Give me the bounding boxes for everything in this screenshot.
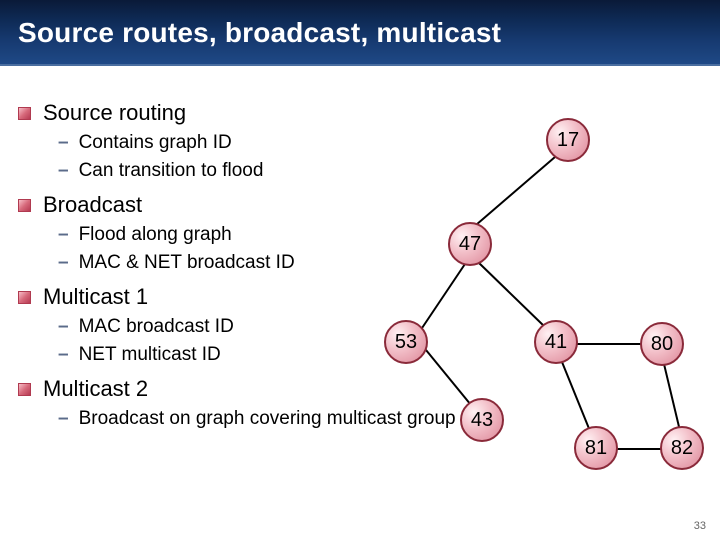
page-number: 33	[694, 520, 706, 532]
sub-bullet: – Can transition to flood	[58, 160, 702, 182]
graph-node-81: 81	[574, 426, 618, 470]
sub-bullet-label: MAC & NET broadcast ID	[79, 252, 295, 274]
sub-bullet-label: Flood along graph	[79, 224, 232, 246]
sub-bullet: – Broadcast on graph covering multicast …	[58, 408, 702, 430]
sub-bullet-label: Can transition to flood	[79, 160, 264, 182]
sub-bullet-label: Broadcast on graph covering multicast gr…	[79, 408, 456, 430]
bullet-source-routing: Source routing	[18, 100, 702, 126]
dash-icon: –	[58, 160, 69, 182]
sub-bullet-label: Contains graph ID	[79, 132, 232, 154]
slide-title: Source routes, broadcast, multicast	[18, 17, 501, 49]
node-label: 41	[545, 331, 567, 354]
dash-icon: –	[58, 224, 69, 246]
dash-icon: –	[58, 132, 69, 154]
node-label: 17	[557, 129, 579, 152]
dash-icon: –	[58, 316, 69, 338]
graph-node-82: 82	[660, 426, 704, 470]
bullet-broadcast: Broadcast	[18, 192, 702, 218]
sub-bullet: – Flood along graph	[58, 224, 702, 246]
slide: Source routes, broadcast, multicast Sour…	[0, 0, 720, 540]
square-bullet-icon	[18, 291, 31, 304]
node-label: 47	[459, 233, 481, 256]
dash-icon: –	[58, 408, 69, 430]
bullet-label: Multicast 2	[43, 376, 148, 402]
graph-node-17: 17	[546, 118, 590, 162]
dash-icon: –	[58, 344, 69, 366]
bullet-label: Broadcast	[43, 192, 142, 218]
sub-bullet-label: MAC broadcast ID	[79, 316, 234, 338]
graph-node-47: 47	[448, 222, 492, 266]
graph-node-53: 53	[384, 320, 428, 364]
dash-icon: –	[58, 252, 69, 274]
bullet-label: Source routing	[43, 100, 186, 126]
node-label: 43	[471, 409, 493, 432]
sub-bullet: – MAC & NET broadcast ID	[58, 252, 702, 274]
title-bar: Source routes, broadcast, multicast	[0, 0, 720, 66]
square-bullet-icon	[18, 107, 31, 120]
bullet-label: Multicast 1	[43, 284, 148, 310]
node-label: 53	[395, 331, 417, 354]
sub-bullet: – NET multicast ID	[58, 344, 702, 366]
bullet-multicast-2: Multicast 2	[18, 376, 702, 402]
node-label: 81	[585, 437, 607, 460]
node-label: 80	[651, 333, 673, 356]
square-bullet-icon	[18, 199, 31, 212]
graph-node-41: 41	[534, 320, 578, 364]
graph-node-80: 80	[640, 322, 684, 366]
graph-node-43: 43	[460, 398, 504, 442]
sub-bullet: – MAC broadcast ID	[58, 316, 702, 338]
sub-bullet-label: NET multicast ID	[79, 344, 221, 366]
square-bullet-icon	[18, 383, 31, 396]
bullet-multicast-1: Multicast 1	[18, 284, 702, 310]
sub-bullet: – Contains graph ID	[58, 132, 702, 154]
node-label: 82	[671, 437, 693, 460]
